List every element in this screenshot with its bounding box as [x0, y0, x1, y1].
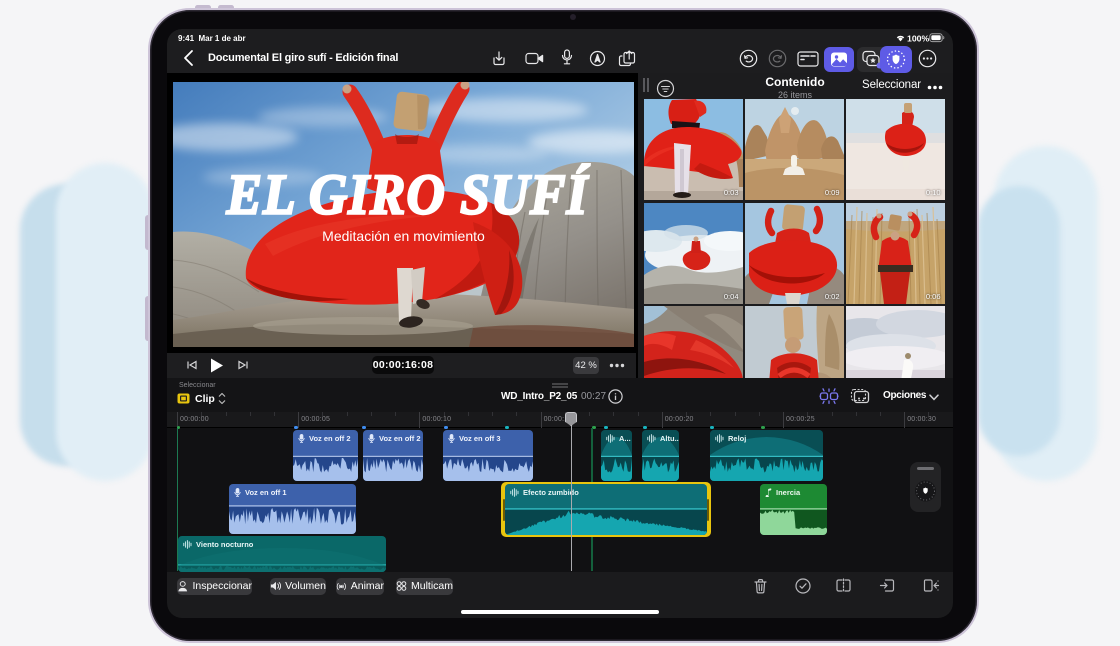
svg-text:100%: 100% [907, 34, 929, 44]
